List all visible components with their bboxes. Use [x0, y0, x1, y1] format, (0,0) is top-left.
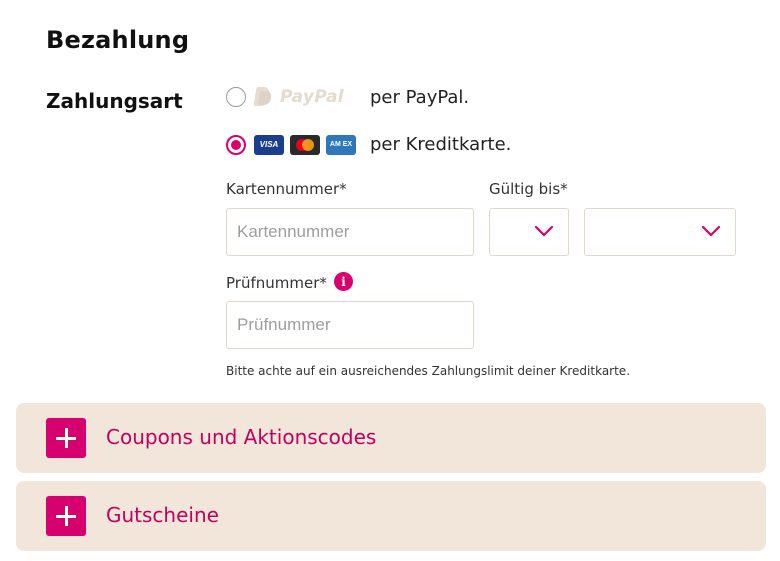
payment-option-paypal[interactable]: PayPal per PayPal.: [226, 86, 469, 108]
valid-until-label: Gültig bis*: [489, 180, 568, 198]
creditcard-radio[interactable]: [226, 134, 246, 155]
cvc-input[interactable]: [226, 301, 474, 349]
visa-logo-icon: VISA: [254, 134, 284, 155]
expiry-year-select[interactable]: [584, 208, 736, 256]
card-number-input[interactable]: [226, 208, 474, 256]
cvc-label: Prüfnummer*: [226, 274, 327, 292]
plus-icon[interactable]: [46, 418, 86, 458]
info-icon[interactable]: i: [334, 272, 353, 291]
amex-logo-icon: AM EX: [326, 134, 356, 155]
plus-icon[interactable]: [46, 496, 86, 536]
paypal-logo-text: PayPal: [280, 87, 344, 107]
accordion-coupons[interactable]: Coupons und Aktionscodes: [16, 403, 766, 473]
creditcard-option-label: per Kreditkarte.: [370, 134, 512, 155]
chevron-down-icon: [534, 225, 554, 237]
payment-option-creditcard[interactable]: VISA AM EX per Kreditkarte.: [226, 134, 511, 155]
paypal-option-label: per PayPal.: [370, 86, 470, 108]
accordion-coupons-label: Coupons und Aktionscodes: [106, 425, 377, 449]
credit-limit-note: Bitte achte auf ein ausreichendes Zahlun…: [226, 364, 631, 378]
accordion-vouchers-label: Gutscheine: [106, 503, 219, 527]
paypal-logo: PayPal: [253, 86, 358, 108]
card-number-label: Kartennummer*: [226, 180, 347, 198]
chevron-down-icon: [701, 225, 721, 237]
expiry-month-select[interactable]: [489, 208, 569, 256]
paypal-icon: [253, 86, 273, 108]
paypal-radio[interactable]: [226, 87, 246, 107]
mastercard-logo-icon: [290, 134, 320, 155]
accordion-vouchers[interactable]: Gutscheine: [16, 481, 766, 551]
card-logos: VISA AM EX: [254, 134, 362, 155]
payment-method-label: Zahlungsart: [46, 89, 183, 113]
page-title: Bezahlung: [46, 26, 190, 54]
